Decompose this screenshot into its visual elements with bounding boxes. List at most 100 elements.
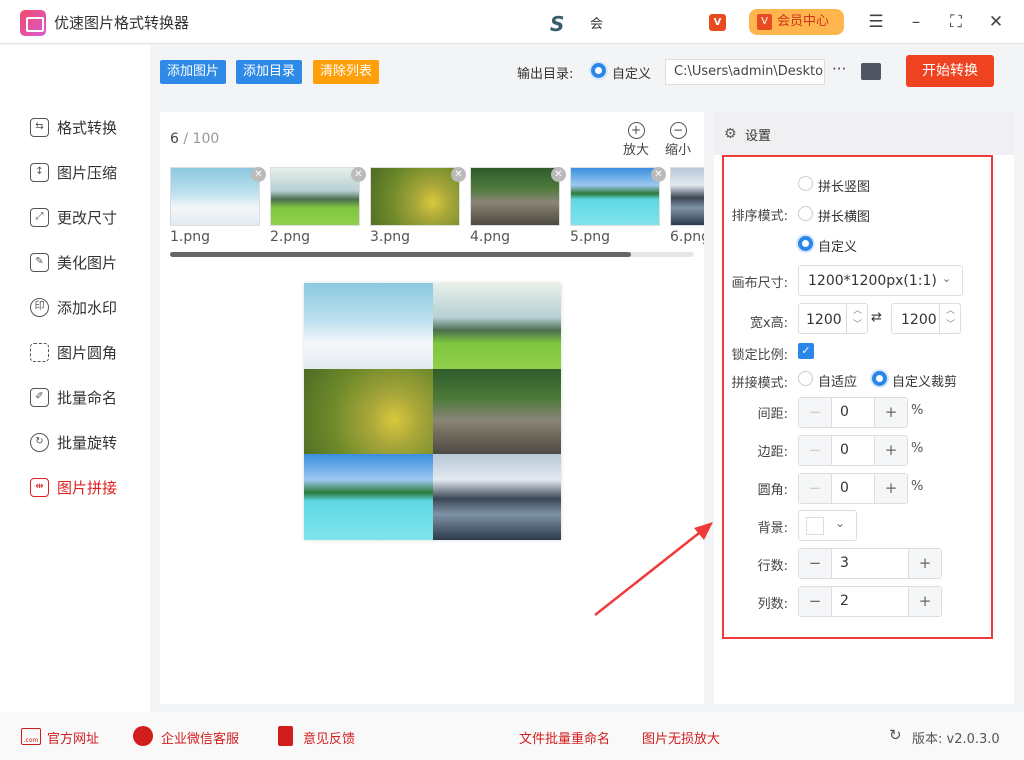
margin-value[interactable]: 0 — [831, 436, 875, 465]
decrement-button[interactable]: − — [799, 474, 831, 503]
start-convert-button[interactable]: 开始转换 — [906, 55, 994, 87]
radius-stepper[interactable]: −0 + — [798, 473, 908, 504]
sidebar-item-compress[interactable]: ↕ 图片压缩 — [30, 160, 117, 184]
file-name: 3.png — [370, 229, 411, 245]
spacing-stepper[interactable]: −0 + — [798, 397, 908, 428]
height-value: 1200 — [901, 312, 937, 328]
sidebar-item-rounded-corner[interactable]: 图片圆角 — [30, 340, 117, 364]
feedback-link[interactable]: 意见反馈 — [303, 728, 355, 747]
remove-icon[interactable]: ✕ — [351, 167, 366, 182]
vip-icon[interactable]: V — [709, 14, 726, 31]
width-height-label: 宽x高: — [749, 316, 788, 331]
color-swatch — [806, 517, 824, 535]
file-name: 5.png — [570, 229, 611, 245]
preview-tile — [432, 283, 561, 369]
thumbnail[interactable] — [670, 167, 704, 226]
zoom-in-button[interactable]: + 放大 — [621, 122, 651, 158]
thumbnail[interactable] — [370, 167, 460, 226]
minimize-icon[interactable]: – — [904, 10, 928, 34]
lock-ratio-checkbox[interactable]: ✓ — [798, 343, 814, 359]
radius-value[interactable]: 0 — [831, 474, 875, 503]
refresh-icon[interactable]: ↻ — [889, 726, 902, 744]
cols-stepper[interactable]: −2 + — [798, 586, 942, 617]
cols-value[interactable]: 2 — [831, 587, 909, 616]
increment-button[interactable]: + — [875, 436, 907, 465]
height-input[interactable]: 1200 ︿ ﹀ — [891, 303, 961, 334]
sidebar-item-watermark[interactable]: 印添加水印 — [30, 295, 117, 319]
rows-stepper[interactable]: −3 + — [798, 548, 942, 579]
canvas-size-select[interactable]: 1200*1200px(1:1) ⌄ — [798, 265, 963, 296]
sidebar-item-batch-rotate[interactable]: ↻ 批量旋转 — [30, 430, 117, 454]
add-images-button[interactable]: 添加图片 — [160, 60, 227, 84]
sidebar-item-format-convert[interactable]: ⇆ 格式转换 — [30, 115, 117, 139]
output-custom-radio[interactable] — [591, 63, 606, 78]
sidebar-item-batch-rename[interactable]: ✐ 批量命名 — [30, 385, 117, 409]
height-spinner[interactable]: ︿ ﹀ — [939, 304, 961, 333]
sort-horizontal-radio[interactable] — [798, 206, 813, 221]
percent-unit: % — [911, 479, 924, 494]
increment-button[interactable]: + — [909, 587, 941, 616]
sidebar-item-label: 添加水印 — [57, 298, 118, 317]
width-spinner[interactable]: ︿ ﹀ — [846, 304, 868, 333]
rows-value[interactable]: 3 — [831, 549, 909, 578]
remove-icon[interactable]: ✕ — [651, 167, 666, 182]
member-text: 会 — [590, 17, 604, 32]
vip-center-button[interactable]: 会员中心 — [749, 9, 844, 35]
stitch-preview — [304, 283, 561, 540]
stitch-icon: ⇹ — [30, 477, 49, 497]
margin-stepper[interactable]: −0 + — [798, 435, 908, 466]
clear-list-button[interactable]: 清除列表 — [313, 60, 380, 84]
rotate-icon: ↻ — [30, 432, 49, 452]
folder-icon[interactable] — [861, 63, 881, 80]
thumbnail[interactable] — [270, 167, 360, 226]
lossless-upscale-link[interactable]: 图片无损放大 — [642, 728, 720, 747]
increment-button[interactable]: + — [909, 549, 941, 578]
thumbnail[interactable] — [570, 167, 660, 226]
maximize-icon[interactable]: ⛶ — [944, 10, 968, 34]
more-button[interactable]: ··· — [832, 60, 846, 78]
swap-icon[interactable]: ⇄ — [871, 310, 882, 325]
file-name: 4.png — [470, 229, 511, 245]
batch-rename-link[interactable]: 文件批量重命名 — [519, 728, 610, 747]
thumbnail-scrollbar[interactable] — [170, 252, 694, 257]
remove-icon[interactable]: ✕ — [551, 167, 566, 182]
menu-icon[interactable]: ☰ — [864, 10, 888, 34]
rounded-corner-icon — [30, 342, 49, 362]
decrement-button[interactable]: − — [799, 398, 831, 427]
add-folder-button[interactable]: 添加目录 — [236, 60, 303, 84]
decrement-button[interactable]: − — [799, 549, 831, 578]
increment-button[interactable]: + — [875, 398, 907, 427]
remove-icon[interactable]: ✕ — [251, 167, 266, 182]
preview-tile — [432, 368, 561, 455]
thumbnail[interactable] — [170, 167, 260, 226]
sort-vertical-radio[interactable] — [798, 176, 813, 191]
background-color-picker[interactable]: ⌄ — [798, 510, 857, 541]
decrement-button[interactable]: − — [799, 587, 831, 616]
sidebar-item-beautify[interactable]: ✎ 美化图片 — [30, 250, 117, 274]
remove-icon[interactable]: ✕ — [451, 167, 466, 182]
sidebar-item-resize[interactable]: ⤢ 更改尺寸 — [30, 205, 117, 229]
stitch-crop-radio[interactable] — [872, 371, 887, 386]
sidebar-item-image-stitch[interactable]: ⇹ 图片拼接 — [30, 475, 117, 499]
canvas-size-label: 画布尺寸: — [731, 276, 788, 291]
percent-unit: % — [911, 441, 924, 456]
scrollbar-thumb[interactable] — [170, 252, 632, 257]
sort-custom-radio[interactable] — [798, 236, 813, 251]
spacing-value[interactable]: 0 — [831, 398, 875, 427]
close-icon[interactable]: ✕ — [984, 10, 1008, 34]
website-link[interactable]: 官方网址 — [47, 728, 99, 747]
stitch-fit-radio[interactable] — [798, 371, 813, 386]
count-max: / 100 — [183, 131, 220, 147]
thumbnail[interactable] — [470, 167, 560, 226]
output-path-input[interactable]: C:\Users\admin\Deskto — [665, 59, 825, 85]
width-input[interactable]: 1200 ︿ ﹀ — [798, 303, 868, 334]
app-title: 优速图片格式转换器 — [54, 14, 190, 32]
wechat-service-link[interactable]: 企业微信客服 — [161, 728, 239, 747]
increment-button[interactable]: + — [875, 474, 907, 503]
feedback-icon — [278, 726, 293, 746]
sort-mode-label: 排序模式: — [731, 209, 788, 224]
sidebar-item-label: 美化图片 — [57, 253, 118, 272]
cols-label: 列数: — [757, 597, 788, 612]
zoom-out-button[interactable]: − 缩小 — [663, 122, 693, 158]
decrement-button[interactable]: − — [799, 436, 831, 465]
